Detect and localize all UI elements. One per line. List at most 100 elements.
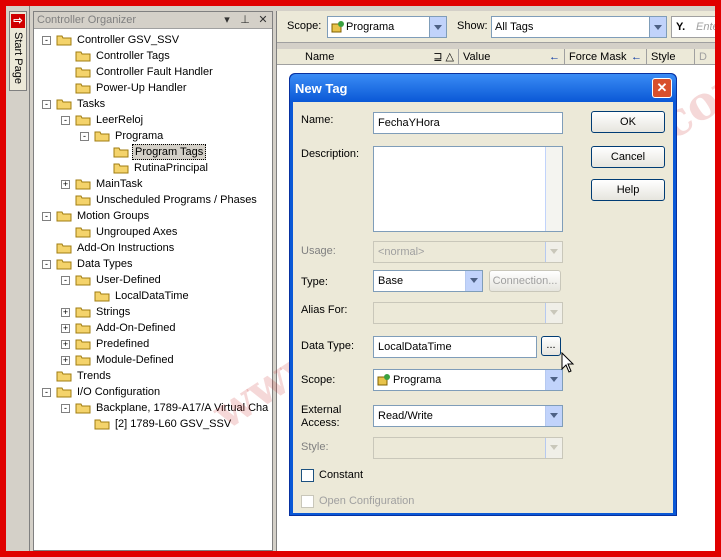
expand-icon[interactable]: + xyxy=(61,308,70,317)
pin-icon[interactable]: ⊥ xyxy=(238,13,252,27)
datatype-input[interactable]: LocalDataTime xyxy=(373,336,537,358)
collapse-icon[interactable]: - xyxy=(42,100,51,109)
program-icon xyxy=(331,21,344,33)
style-select[interactable] xyxy=(373,437,563,459)
collapse-icon[interactable]: - xyxy=(42,388,51,397)
column-name[interactable]: Name ⊒ △ xyxy=(301,49,459,65)
filter-placeholder: Ente xyxy=(696,21,715,33)
help-button[interactable]: Help xyxy=(591,179,665,201)
folder-icon xyxy=(94,291,110,302)
folder-icon xyxy=(75,67,91,78)
close-icon[interactable]: ✕ xyxy=(652,78,672,98)
start-page-icon: ⇨ xyxy=(11,14,25,28)
tree-item-label: Controller GSV_SSV xyxy=(77,34,180,46)
tree-item-label: Trends xyxy=(77,370,111,382)
folder-icon xyxy=(94,419,110,430)
description-input[interactable] xyxy=(373,146,563,232)
alias-select[interactable] xyxy=(373,302,563,324)
usage-value: <normal> xyxy=(378,246,425,258)
tree-item-label: Controller Tags xyxy=(96,50,170,62)
collapse-icon[interactable]: - xyxy=(61,116,70,125)
column-style[interactable]: Style xyxy=(647,49,695,65)
mouse-cursor-icon xyxy=(561,352,575,373)
show-value: All Tags xyxy=(495,21,534,33)
filter-input[interactable]: Y. Ente xyxy=(671,16,715,38)
column-force-mask[interactable]: Force Mask ← xyxy=(565,49,647,65)
external-access-label-2: Access: xyxy=(301,417,340,429)
scope-value: Programa xyxy=(346,21,395,33)
datatype-label: Data Type: xyxy=(301,340,354,352)
start-page-tab[interactable]: ⇨ Start Page xyxy=(9,11,27,91)
collapse-icon[interactable]: - xyxy=(61,404,70,413)
chevron-down-icon[interactable] xyxy=(649,17,666,37)
start-page-label: Start Page xyxy=(12,32,24,84)
usage-select[interactable]: <normal> xyxy=(373,241,563,263)
close-icon[interactable]: ✕ xyxy=(256,13,270,27)
filter-icon[interactable]: Y. xyxy=(676,21,685,33)
chevron-down-icon[interactable] xyxy=(545,406,562,426)
collapse-icon[interactable]: - xyxy=(61,276,70,285)
dialog-title: New Tag xyxy=(295,81,348,96)
collapse-icon[interactable]: - xyxy=(42,260,51,269)
show-select[interactable]: All Tags xyxy=(491,16,667,38)
folder-icon xyxy=(56,243,72,254)
tree-item-label: LocalDataTime xyxy=(115,290,189,302)
collapse-icon[interactable]: - xyxy=(42,212,51,221)
folder-icon xyxy=(56,387,72,398)
open-configuration-label: Open Configuration xyxy=(319,495,415,507)
ok-button[interactable]: OK xyxy=(591,111,665,133)
expand-icon[interactable]: + xyxy=(61,324,70,333)
tree-item-label: Controller Fault Handler xyxy=(96,66,213,78)
tree-item-label: Add-On Instructions xyxy=(77,242,175,254)
tree-item-label: Unscheduled Programs / Phases xyxy=(96,194,257,206)
name-input[interactable]: FechaYHora xyxy=(373,112,563,134)
open-configuration-checkbox[interactable] xyxy=(301,495,314,508)
folder-icon xyxy=(113,147,129,158)
external-access-select[interactable]: Read/Write xyxy=(373,405,563,427)
chevron-down-icon xyxy=(545,303,562,323)
tree-item-label: Ungrouped Axes xyxy=(96,226,178,238)
tree-item-label: RutinaPrincipal xyxy=(134,162,208,174)
column-description[interactable]: D xyxy=(695,49,715,65)
expand-icon[interactable]: + xyxy=(61,356,70,365)
folder-icon xyxy=(75,323,91,334)
type-value: Base xyxy=(378,275,404,287)
description-scrollbar[interactable] xyxy=(545,147,562,231)
browse-datatype-button[interactable]: ... xyxy=(541,336,561,356)
show-label: Show: xyxy=(457,20,488,32)
expand-icon[interactable]: + xyxy=(61,180,70,189)
dropdown-icon[interactable]: ▾ xyxy=(220,13,234,27)
folder-icon xyxy=(75,275,91,286)
connection-button[interactable]: Connection... xyxy=(489,270,561,292)
dialog-titlebar: New Tag ✕ xyxy=(290,74,676,102)
alias-label: Alias For: xyxy=(301,304,348,316)
chevron-down-icon[interactable] xyxy=(429,17,446,37)
tree-item-label: Motion Groups xyxy=(77,210,150,222)
chevron-down-icon[interactable] xyxy=(545,370,562,390)
folder-icon xyxy=(75,307,91,318)
folder-icon xyxy=(56,259,72,270)
expand-icon[interactable]: + xyxy=(61,340,70,349)
program-icon xyxy=(377,374,390,386)
datatype-value: LocalDataTime xyxy=(378,341,452,353)
tree-item-label: Strings xyxy=(96,306,131,318)
tree-item-label: Module-Defined xyxy=(96,354,174,366)
collapse-icon[interactable]: - xyxy=(42,36,51,45)
description-label: Description: xyxy=(301,148,360,160)
tree-item-label: LeerReloj xyxy=(96,114,144,126)
arrow-left-icon: ← xyxy=(549,51,560,63)
constant-checkbox[interactable] xyxy=(301,469,314,482)
scope-select[interactable]: Programa xyxy=(327,16,447,38)
type-select[interactable]: Base xyxy=(373,270,483,292)
collapse-icon[interactable]: - xyxy=(80,132,89,141)
cancel-button[interactable]: Cancel xyxy=(591,146,665,168)
name-value: FechaYHora xyxy=(378,117,440,129)
arrow-left-icon: ← xyxy=(631,51,642,63)
scope-value: Programa xyxy=(393,374,442,386)
chevron-down-icon[interactable] xyxy=(465,271,482,291)
start-page-strip: ⇨ Start Page xyxy=(6,6,30,551)
scope-select[interactable]: Programa xyxy=(373,369,563,391)
column-value[interactable]: Value ← xyxy=(459,49,565,65)
folder-icon xyxy=(75,227,91,238)
folder-icon xyxy=(75,83,91,94)
